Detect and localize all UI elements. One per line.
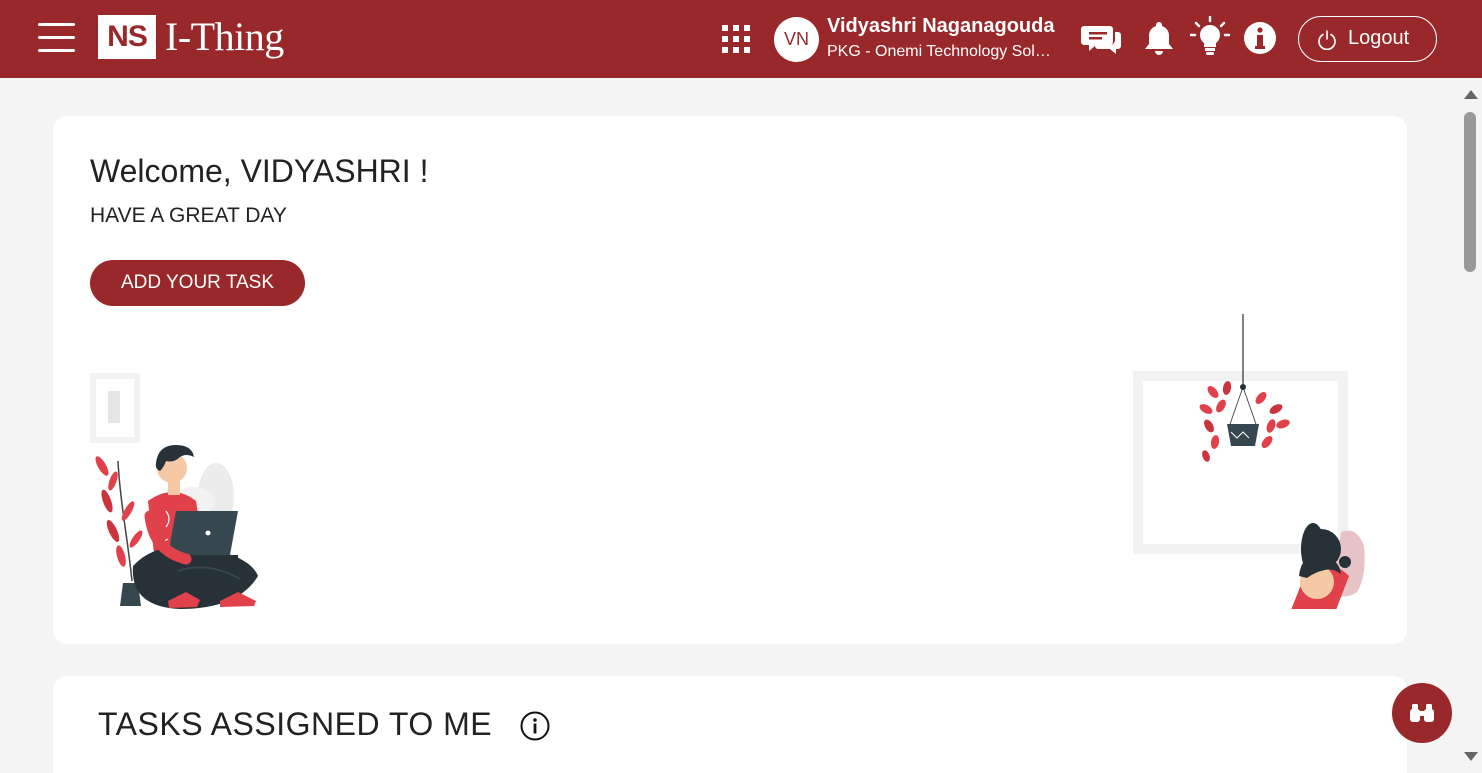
user-organization: PKG - Onemi Technology Solutions (827, 43, 1057, 60)
tasks-title: TASKS ASSIGNED TO ME (98, 706, 493, 742)
binoculars-icon (1410, 704, 1434, 722)
tasks-assigned-card: TASKS ASSIGNED TO ME (53, 676, 1407, 773)
bell-icon[interactable] (1143, 20, 1175, 56)
apps-grid-icon[interactable] (722, 25, 750, 53)
welcome-card: Welcome, VIDYASHRI ! HAVE A GREAT DAY AD… (53, 116, 1407, 644)
scroll-thumb[interactable] (1464, 112, 1476, 272)
man-with-laptop-illustration (90, 373, 258, 609)
user-name: Vidyashri Naganagouda (827, 15, 1055, 37)
bulb-icon[interactable] (1190, 16, 1230, 58)
chat-icon[interactable] (1081, 22, 1123, 56)
logo-mark: NS (98, 15, 156, 59)
info-icon[interactable] (520, 711, 550, 741)
info-icon[interactable] (1243, 21, 1277, 55)
logout-label: Logout (1348, 27, 1410, 49)
welcome-title: Welcome, VIDYASHRI ! (90, 153, 429, 189)
scroll-up-arrow-icon[interactable] (1464, 90, 1478, 99)
add-task-button[interactable]: ADD YOUR TASK (90, 260, 305, 306)
welcome-subtitle: HAVE A GREAT DAY (90, 204, 287, 227)
logout-button[interactable]: Logout (1298, 16, 1437, 62)
top-header: NS I-Thing VN Vidyashri Naganagouda PKG … (0, 0, 1482, 78)
avatar[interactable]: VN (774, 17, 819, 62)
menu-icon[interactable] (38, 21, 75, 55)
logo-text: I-Thing (165, 14, 284, 59)
find-button[interactable] (1392, 683, 1452, 743)
power-icon (1318, 30, 1336, 50)
woman-with-laptop-illustration (1133, 314, 1365, 609)
scroll-down-arrow-icon[interactable] (1464, 752, 1478, 761)
